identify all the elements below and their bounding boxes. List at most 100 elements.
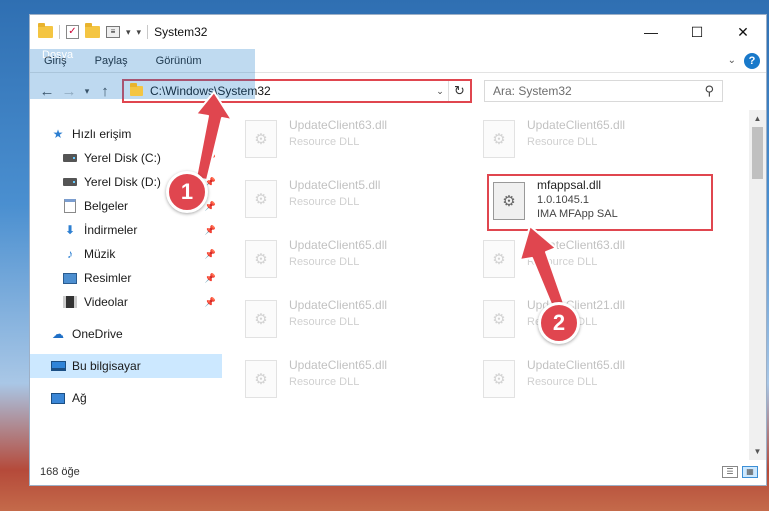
sidebar-item-disk-c[interactable]: Yerel Disk (C:) 📌 (30, 146, 222, 170)
divider (59, 25, 60, 39)
file-description: Resource DLL (527, 376, 598, 388)
dll-file-icon: ⚙ (245, 360, 277, 398)
step-1-callout: 1 (166, 171, 208, 213)
folder-icon (38, 23, 53, 38)
file-item[interactable]: ⚙ UpdateClient65.dll Resource DLL (223, 234, 448, 284)
file-name: UpdateClient65.dll (289, 238, 388, 252)
pin-down-icon[interactable]: ▾ (137, 27, 142, 38)
window-controls: — ☐ ✕ (628, 15, 766, 49)
scrollbar-thumb[interactable] (752, 127, 763, 179)
file-name: mfappsal.dll (537, 178, 602, 192)
minimize-button[interactable]: — (628, 15, 674, 49)
pin-icon: 📌 (204, 296, 216, 307)
sidebar-item-music[interactable]: ♪ Müzik 📌 (30, 242, 222, 266)
file-item[interactable]: ⚙ UpdateClient63.dll Resource DLL (461, 234, 686, 284)
dll-file-icon: ⚙ (483, 240, 515, 278)
tiles-view-icon[interactable]: ▦ (742, 466, 758, 478)
sidebar-item-videos[interactable]: Videolar 📌 (30, 290, 222, 314)
step-2-callout: 2 (538, 302, 580, 344)
window-title: System32 (154, 25, 208, 39)
title-bar: ✓ ≡ ▾ ▾ System32 — ☐ ✕ (30, 15, 766, 49)
file-item[interactable]: ⚙ UpdateClient65.dll Resource DLL (223, 294, 448, 344)
videos-icon (62, 295, 78, 309)
file-description: Resource DLL (289, 136, 360, 148)
downloads-icon: ⬇ (64, 223, 76, 237)
sidebar-item-label: Hızlı erişim (72, 127, 132, 141)
status-bar: 168 öğe ☰ ▦ (30, 459, 766, 485)
address-dropdown-icon[interactable]: ⌄ (432, 86, 448, 97)
maximize-button[interactable]: ☐ (674, 15, 720, 49)
divider (147, 25, 149, 39)
scroll-down-icon[interactable]: ▼ (749, 443, 766, 460)
sidebar-item-quick-access[interactable]: ★ Hızlı erişim (30, 122, 222, 146)
file-description: IMA MFApp SAL (537, 208, 618, 220)
close-button[interactable]: ✕ (720, 15, 766, 49)
search-icon[interactable]: ⚲ (704, 83, 714, 99)
customize-icon[interactable]: ≡ (106, 26, 120, 38)
folder-icon (130, 83, 143, 96)
dll-file-icon: ⚙ (483, 300, 515, 338)
sidebar-item-label: Müzik (84, 247, 116, 261)
sidebar-item-onedrive[interactable]: ☁ OneDrive (30, 322, 222, 346)
content-area: ★ Hızlı erişim Yerel Disk (C:) 📌 Yerel D… (30, 110, 766, 460)
sidebar-item-label: Bu bilgisayar (72, 359, 141, 373)
file-item[interactable]: ⚙ UpdateClient65.dll Resource DLL (461, 114, 686, 164)
file-name: UpdateClient65.dll (527, 358, 626, 372)
dll-file-icon: ⚙ (245, 180, 277, 218)
star-icon: ★ (52, 127, 64, 141)
file-name: UpdateClient65.dll (289, 298, 388, 312)
file-item[interactable]: ⚙ UpdateClient63.dll Resource DLL (223, 114, 448, 164)
navigation-pane: ★ Hızlı erişim Yerel Disk (C:) 📌 Yerel D… (30, 110, 222, 460)
dll-file-icon: ⚙ (245, 240, 277, 278)
pin-icon: 📌 (204, 248, 216, 259)
sidebar-item-label: Resimler (84, 271, 132, 285)
sidebar-item-label: Yerel Disk (C:) (84, 151, 161, 165)
file-description: Resource DLL (289, 196, 360, 208)
pin-icon: 📌 (204, 272, 216, 283)
file-description: Resource DLL (289, 376, 360, 388)
sidebar-item-this-pc[interactable]: Bu bilgisayar (30, 354, 222, 378)
sidebar-item-label: Yerel Disk (D:) (84, 175, 161, 189)
search-input[interactable]: Ara: System32 ⚲ (484, 80, 723, 102)
vertical-scrollbar[interactable]: ▲ ▼ (749, 110, 766, 460)
new-folder-icon[interactable] (85, 23, 100, 38)
details-view-icon[interactable]: ☰ (722, 466, 738, 478)
expand-ribbon-icon[interactable]: ⌄ (728, 55, 736, 66)
pin-icon: 📌 (204, 200, 216, 211)
sidebar-item-pictures[interactable]: Resimler 📌 (30, 266, 222, 290)
music-icon: ♪ (67, 247, 73, 261)
file-explorer-window: ✓ ≡ ▾ ▾ System32 — ☐ ✕ Dosya Giriş Payla… (29, 14, 767, 486)
network-icon (50, 391, 66, 405)
sidebar-item-downloads[interactable]: ⬇ İndirmeler 📌 (30, 218, 222, 242)
pin-icon: 📌 (204, 224, 216, 235)
refresh-icon[interactable]: ↻ (448, 81, 470, 101)
file-name: UpdateClient65.dll (527, 118, 626, 132)
file-description: Resource DLL (289, 316, 360, 328)
sidebar-item-label: OneDrive (72, 327, 123, 341)
item-count: 168 öğe (40, 466, 80, 478)
file-item[interactable]: ⚙ UpdateClient5.dll Resource DLL (223, 174, 448, 224)
help-icon[interactable]: ? (744, 52, 760, 69)
scroll-up-icon[interactable]: ▲ (749, 110, 766, 127)
file-description: Resource DLL (527, 256, 598, 268)
pin-icon: 📌 (204, 152, 216, 163)
dll-file-icon: ⚙ (493, 182, 525, 220)
highlighted-file-item[interactable]: ⚙ mfappsal.dll 1.0.1045.1 IMA MFApp SAL (487, 174, 713, 231)
sidebar-item-network[interactable]: Ağ (30, 386, 222, 410)
file-name: UpdateClient63.dll (289, 118, 388, 132)
file-description: Resource DLL (289, 256, 360, 268)
file-item[interactable]: ⚙ UpdateClient65.dll Resource DLL (223, 354, 448, 404)
file-version: 1.0.1045.1 (537, 194, 589, 206)
file-name: UpdateClient63.dll (527, 238, 626, 252)
chevron-down-icon[interactable]: ▾ (126, 27, 131, 38)
properties-check-icon[interactable]: ✓ (66, 25, 79, 39)
pictures-icon (62, 271, 78, 285)
file-description: Resource DLL (527, 136, 598, 148)
dll-file-icon: ⚙ (245, 300, 277, 338)
quick-access-toolbar: ✓ ≡ ▾ ▾ (38, 23, 149, 39)
sidebar-item-label: Belgeler (84, 199, 129, 213)
dll-file-icon: ⚙ (483, 360, 515, 398)
cloud-icon: ☁ (52, 327, 64, 341)
file-item[interactable]: ⚙ UpdateClient65.dll Resource DLL (461, 354, 686, 404)
disk-icon (62, 175, 78, 189)
